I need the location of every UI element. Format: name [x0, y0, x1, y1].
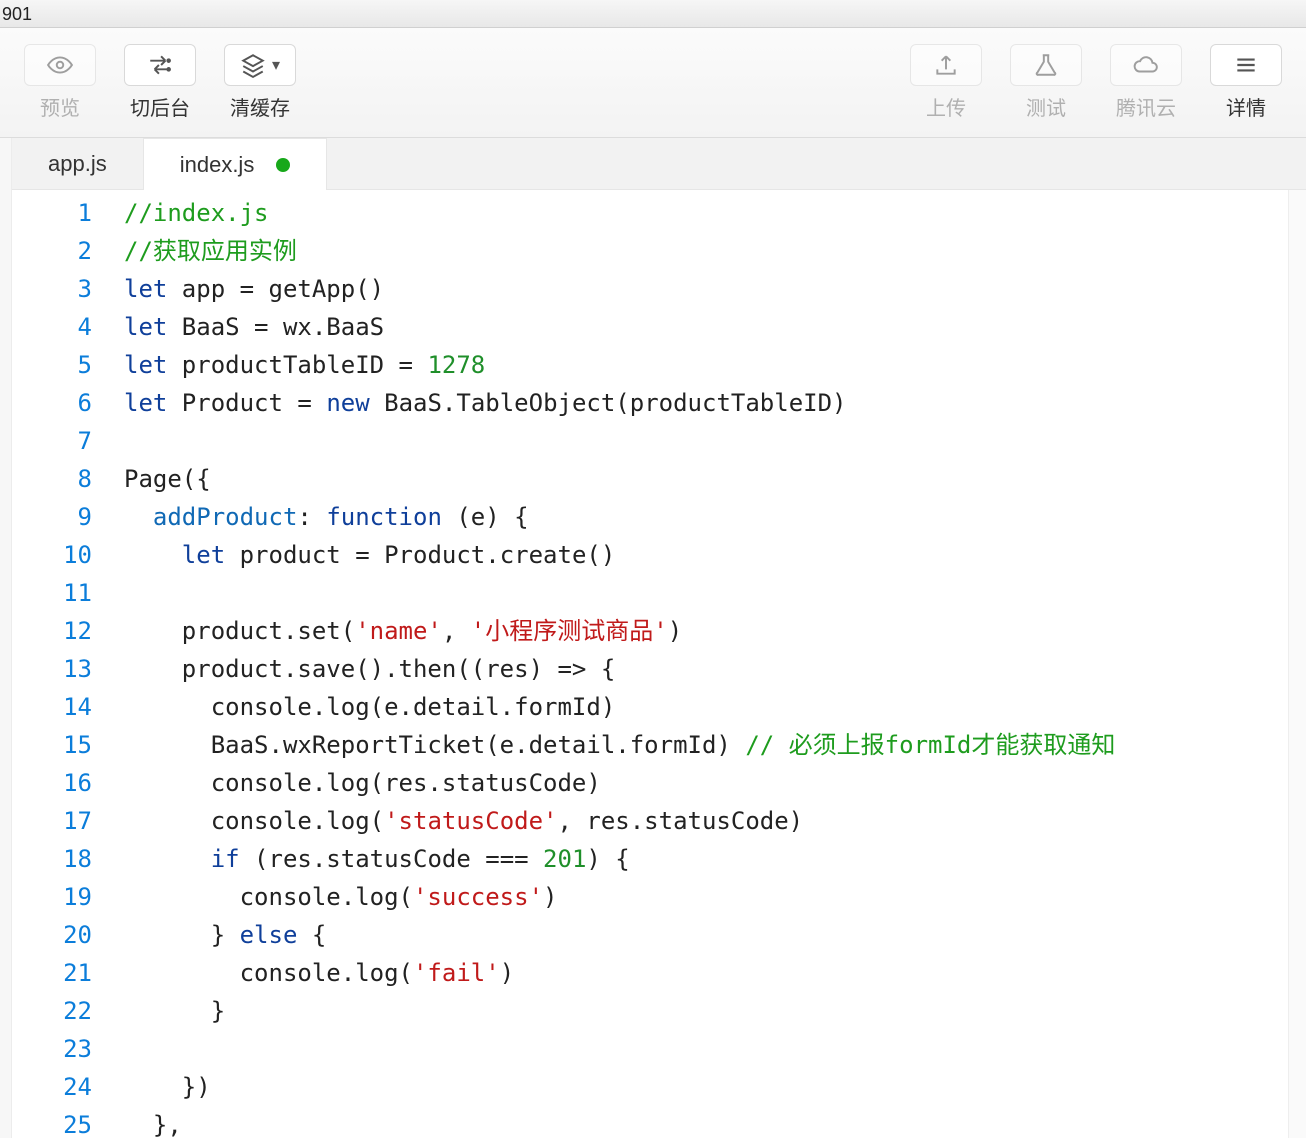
modified-dot-icon	[276, 158, 290, 172]
code-line[interactable]: console.log(res.statusCode)	[124, 764, 1288, 802]
background-label: 切后台	[130, 92, 190, 121]
line-number: 10	[12, 536, 92, 574]
code-line[interactable]: })	[124, 1068, 1288, 1106]
line-number: 24	[12, 1068, 92, 1106]
tab-app-js[interactable]: app.js	[12, 138, 143, 189]
line-number: 17	[12, 802, 92, 840]
details-button[interactable]: 详情	[1196, 38, 1296, 128]
code-line[interactable]: console.log('statusCode', res.statusCode…	[124, 802, 1288, 840]
tencentcloud-label: 腾讯云	[1116, 92, 1176, 121]
code-line[interactable]: console.log(e.detail.formId)	[124, 688, 1288, 726]
toolbar-right-group: 上传 测试 腾讯云 详情	[896, 38, 1296, 128]
code-line[interactable]	[124, 1030, 1288, 1068]
vertical-scrollbar[interactable]	[1288, 190, 1306, 1138]
line-number: 5	[12, 346, 92, 384]
line-number: 23	[12, 1030, 92, 1068]
toolbar: 预览 切后台 ▾ 清缓存 上传 测试 腾讯云 详情	[0, 28, 1306, 138]
code-line[interactable]: }	[124, 992, 1288, 1030]
code-line[interactable]: } else {	[124, 916, 1288, 954]
layers-icon: ▾	[224, 44, 296, 86]
preview-label: 预览	[40, 92, 80, 121]
code-line[interactable]	[124, 422, 1288, 460]
editor-area: app.jsindex.js 1234567891011121314151617…	[12, 138, 1306, 1138]
code-line[interactable]	[124, 574, 1288, 612]
line-number: 4	[12, 308, 92, 346]
titlebar-text: 901	[2, 4, 32, 24]
code-line[interactable]: let BaaS = wx.BaaS	[124, 308, 1288, 346]
code-line[interactable]: let product = Product.create()	[124, 536, 1288, 574]
tab-label: index.js	[180, 152, 255, 178]
code-line[interactable]: BaaS.wxReportTicket(e.detail.formId) // …	[124, 726, 1288, 764]
cloud-icon	[1110, 44, 1182, 86]
upload-icon	[910, 44, 982, 86]
background-button[interactable]: 切后台	[110, 38, 210, 128]
code-line[interactable]: Page({	[124, 460, 1288, 498]
menu-icon	[1210, 44, 1282, 86]
upload-label: 上传	[926, 92, 966, 121]
code-line[interactable]: //index.js	[124, 194, 1288, 232]
line-number: 16	[12, 764, 92, 802]
tab-bar: app.js index.js	[12, 138, 1306, 190]
code-line[interactable]: console.log('fail')	[124, 954, 1288, 992]
code-editor[interactable]: 1234567891011121314151617181920212223242…	[12, 190, 1306, 1138]
line-number: 9	[12, 498, 92, 536]
tencentcloud-button[interactable]: 腾讯云	[1096, 38, 1196, 128]
code-line[interactable]: if (res.statusCode === 201) {	[124, 840, 1288, 878]
test-button[interactable]: 测试	[996, 38, 1096, 128]
line-number: 15	[12, 726, 92, 764]
code-line[interactable]: product.set('name', '小程序测试商品')	[124, 612, 1288, 650]
line-number: 21	[12, 954, 92, 992]
details-label: 详情	[1226, 92, 1266, 121]
code-line[interactable]: console.log('success')	[124, 878, 1288, 916]
line-number: 6	[12, 384, 92, 422]
line-number: 11	[12, 574, 92, 612]
line-number: 13	[12, 650, 92, 688]
line-number: 2	[12, 232, 92, 270]
tab-index-js[interactable]: index.js	[143, 138, 328, 190]
line-number: 8	[12, 460, 92, 498]
upload-button[interactable]: 上传	[896, 38, 996, 128]
test-label: 测试	[1026, 92, 1066, 121]
line-number: 22	[12, 992, 92, 1030]
clearcache-label: 清缓存	[230, 92, 290, 121]
code-line[interactable]: addProduct: function (e) {	[124, 498, 1288, 536]
code-content[interactable]: //index.js//获取应用实例let app = getApp()let …	[112, 190, 1288, 1138]
code-line[interactable]: product.save().then((res) => {	[124, 650, 1288, 688]
line-number: 19	[12, 878, 92, 916]
line-number: 1	[12, 194, 92, 232]
switch-icon	[124, 44, 196, 86]
clearcache-button[interactable]: ▾ 清缓存	[210, 38, 310, 128]
code-line[interactable]: let Product = new BaaS.TableObject(produ…	[124, 384, 1288, 422]
line-number: 12	[12, 612, 92, 650]
line-number: 18	[12, 840, 92, 878]
code-line[interactable]: let productTableID = 1278	[124, 346, 1288, 384]
line-number: 3	[12, 270, 92, 308]
line-number-gutter: 1234567891011121314151617181920212223242…	[12, 190, 112, 1138]
main-area: app.jsindex.js 1234567891011121314151617…	[0, 138, 1306, 1138]
left-gutter	[0, 138, 12, 1138]
caret-down-icon: ▾	[272, 55, 280, 75]
line-number: 20	[12, 916, 92, 954]
tab-label: app.js	[48, 151, 107, 177]
preview-button[interactable]: 预览	[10, 38, 110, 128]
line-number: 14	[12, 688, 92, 726]
line-number: 25	[12, 1106, 92, 1138]
code-line[interactable]: },	[124, 1106, 1288, 1138]
flask-icon	[1010, 44, 1082, 86]
line-number: 7	[12, 422, 92, 460]
code-line[interactable]: //获取应用实例	[124, 232, 1288, 270]
window-titlebar: 901	[0, 0, 1306, 28]
toolbar-left-group: 预览 切后台 ▾ 清缓存	[10, 38, 310, 128]
code-line[interactable]: let app = getApp()	[124, 270, 1288, 308]
eye-icon	[24, 44, 96, 86]
